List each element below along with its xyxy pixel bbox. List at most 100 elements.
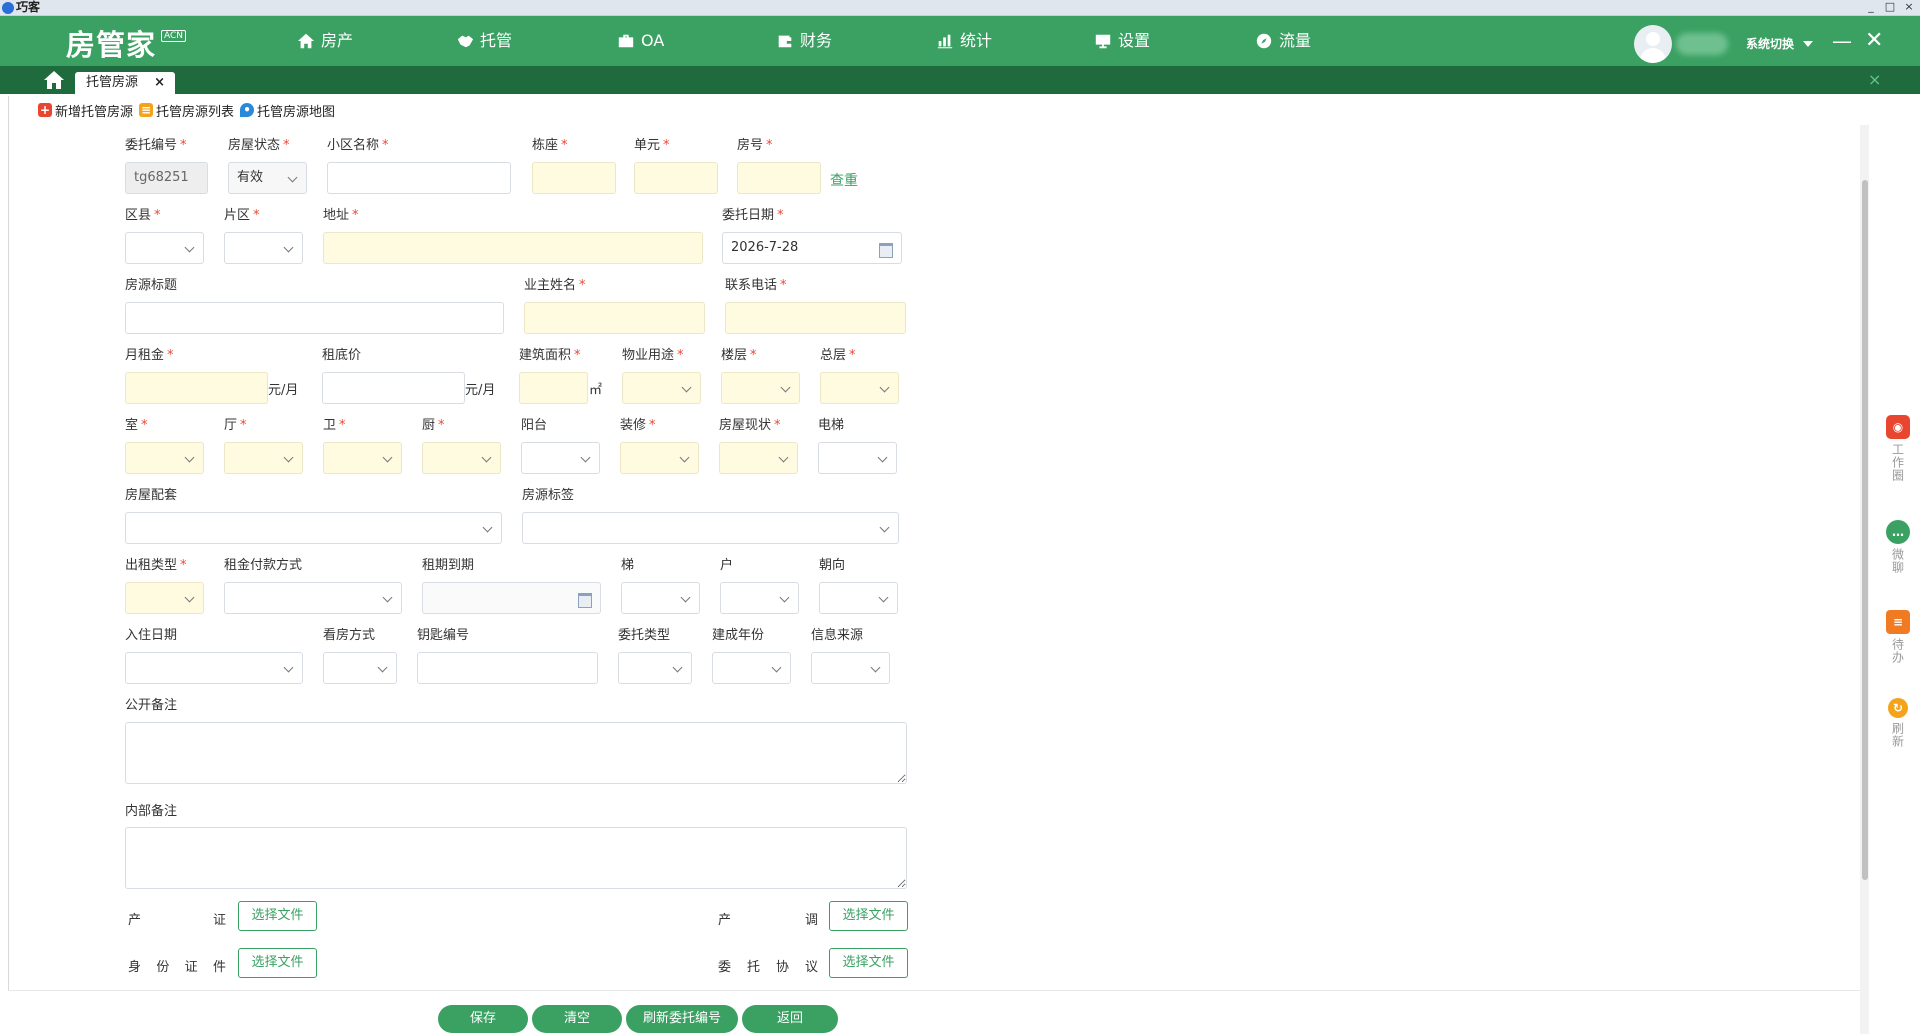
built-year-select[interactable]	[712, 652, 791, 684]
status-select[interactable]: 有效	[228, 162, 307, 194]
elevator-label: 电梯	[818, 418, 845, 433]
building-input[interactable]	[532, 162, 616, 194]
side-tool-work-circle[interactable]: ◉ 工作圈	[1880, 415, 1916, 482]
stairs-select[interactable]	[621, 582, 700, 614]
system-switch-button[interactable]: 系统切换	[1746, 34, 1794, 54]
list-icon: ≡	[139, 103, 154, 117]
nav-item-finance[interactable]: 财务	[776, 16, 832, 66]
home-tab-icon[interactable]	[43, 70, 65, 90]
window-close-button[interactable]: ×	[1900, 0, 1918, 14]
usage-select[interactable]	[622, 372, 701, 404]
property-survey-label: 产调	[718, 913, 818, 928]
nav-item-traffic[interactable]: 流量	[1255, 16, 1311, 66]
phone-input[interactable]	[725, 302, 906, 334]
id-document-file-button[interactable]: 选择文件	[238, 948, 317, 978]
id-document-label: 身份证件	[128, 960, 226, 975]
kitchens-select[interactable]	[422, 442, 501, 474]
close-button[interactable]: ✕	[1865, 30, 1883, 52]
entrust-type-select[interactable]	[618, 652, 692, 684]
window-minimize-button[interactable]: _	[1862, 0, 1880, 14]
nav-label: 统计	[960, 31, 993, 50]
condition-select[interactable]	[719, 442, 798, 474]
side-tool-refresh[interactable]: ↻ 刷新	[1880, 698, 1916, 748]
entrust-agreement-file-button[interactable]: 选择文件	[829, 948, 908, 978]
facilities-select[interactable]	[125, 512, 502, 544]
chevron-down-icon[interactable]	[1803, 41, 1813, 47]
close-all-tabs-icon[interactable]: ×	[1868, 71, 1881, 89]
action-bar	[8, 990, 1862, 1034]
address-input[interactable]	[323, 232, 703, 264]
save-button[interactable]: 保存	[438, 1005, 528, 1033]
nav-item-settings[interactable]: 设置	[1094, 16, 1150, 66]
user-name-redacted	[1676, 33, 1728, 55]
entrust-date-input[interactable]: 2026-7-28	[722, 232, 902, 264]
side-tool-todo[interactable]: ≡ 待办	[1880, 610, 1916, 664]
avatar[interactable]	[1634, 25, 1672, 63]
owner-name-input[interactable]	[524, 302, 705, 334]
baths-select[interactable]	[323, 442, 402, 474]
app-logo-icon	[2, 2, 14, 14]
balcony-select[interactable]	[521, 442, 600, 474]
district-select[interactable]	[125, 232, 204, 264]
halls-select[interactable]	[224, 442, 303, 474]
room-no-input[interactable]	[737, 162, 821, 194]
trust-listing-map-button[interactable]: • 托管房源地图	[240, 101, 335, 120]
condition-label: 房屋现状 *	[719, 418, 781, 433]
check-duplicate-link[interactable]: 查重	[830, 170, 858, 190]
nav-item-property[interactable]: 房产	[297, 16, 353, 66]
monthly-rent-label: 月租金 *	[125, 348, 174, 363]
min-rent-input[interactable]	[322, 372, 465, 404]
listing-title-input[interactable]	[125, 302, 504, 334]
internal-note-textarea[interactable]	[125, 827, 907, 889]
usage-label: 物业用途 *	[622, 348, 684, 363]
total-floor-select[interactable]	[820, 372, 899, 404]
trust-listing-list-button[interactable]: ≡ 托管房源列表	[139, 101, 234, 120]
window-maximize-button[interactable]: □	[1881, 0, 1899, 14]
build-area-input[interactable]	[519, 372, 588, 404]
add-trust-listing-button[interactable]: + 新增托管房源	[38, 101, 133, 120]
rooms-select[interactable]	[125, 442, 204, 474]
floor-select[interactable]	[721, 372, 800, 404]
minimize-button[interactable]: —	[1832, 31, 1852, 51]
balcony-label: 阳台	[521, 418, 548, 433]
viewing-label: 看房方式	[323, 628, 376, 643]
rent-type-select[interactable]	[125, 582, 204, 614]
unit-input[interactable]	[634, 162, 718, 194]
pay-method-select[interactable]	[224, 582, 402, 614]
nav-label: OA	[641, 31, 665, 50]
households-select[interactable]	[720, 582, 799, 614]
back-button[interactable]: 返回	[742, 1005, 838, 1033]
public-note-textarea[interactable]	[125, 722, 907, 784]
area-select[interactable]	[224, 232, 303, 264]
key-no-input[interactable]	[417, 652, 598, 684]
info-source-select[interactable]	[811, 652, 890, 684]
tab-label: 托管房源	[86, 75, 139, 90]
nav-item-trust[interactable]: 托管	[456, 16, 512, 66]
nav-item-statistics[interactable]: 统计	[936, 16, 992, 66]
nav-label: 财务	[800, 31, 833, 50]
scrollbar-thumb[interactable]	[1862, 180, 1868, 880]
move-in-select[interactable]	[125, 652, 303, 684]
viewing-select[interactable]	[323, 652, 397, 684]
side-tool-chat[interactable]: … 微聊	[1880, 520, 1916, 574]
property-cert-file-button[interactable]: 选择文件	[238, 901, 317, 931]
address-label: 地址 *	[323, 208, 359, 223]
facilities-label: 房屋配套	[125, 488, 178, 503]
info-source-label: 信息来源	[811, 628, 864, 643]
tab-trust-listings[interactable]: 托管房源 ×	[75, 72, 175, 94]
listing-tags-select[interactable]	[522, 512, 899, 544]
nav-item-oa[interactable]: OA	[617, 16, 664, 66]
community-input[interactable]	[327, 162, 511, 194]
lease-end-input[interactable]	[422, 582, 601, 614]
tab-close-icon[interactable]: ×	[154, 72, 165, 94]
property-survey-file-button[interactable]: 选择文件	[829, 901, 908, 931]
refresh-entrust-no-button[interactable]: 刷新委托编号	[626, 1005, 738, 1033]
clear-button[interactable]: 清空	[532, 1005, 622, 1033]
elevator-select[interactable]	[818, 442, 897, 474]
decoration-select[interactable]	[620, 442, 699, 474]
monthly-rent-input[interactable]	[125, 372, 268, 404]
orientation-select[interactable]	[819, 582, 898, 614]
rent-type-label: 出租类型 *	[125, 558, 187, 573]
nav-label: 流量	[1279, 31, 1312, 50]
rooms-label: 室 *	[125, 418, 148, 433]
